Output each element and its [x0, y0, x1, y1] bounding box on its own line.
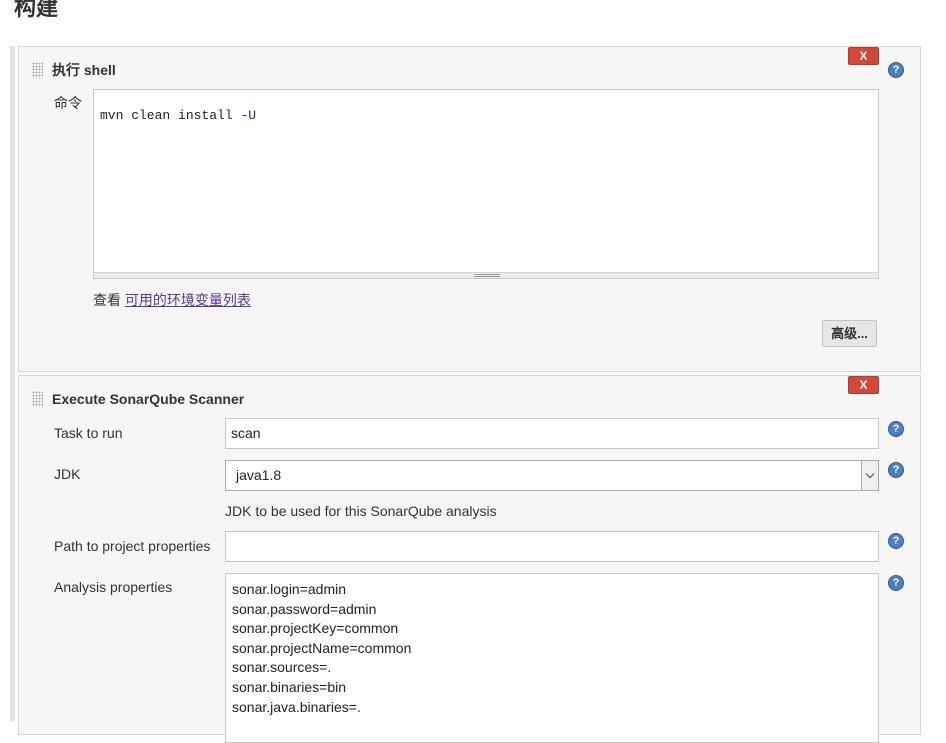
delete-step-button[interactable]: X — [848, 376, 879, 394]
jdk-selected-value: java1.8 — [236, 467, 282, 483]
analysis-property-line: sonar.projectKey=common — [232, 620, 399, 637]
env-vars-prefix: 查看 — [93, 292, 125, 308]
analysis-property-line: sonar.password=admin — [232, 600, 377, 617]
help-icon[interactable]: ? — [888, 575, 904, 591]
resize-grip-icon — [474, 274, 500, 277]
analysis-properties-label: Analysis properties — [54, 579, 173, 595]
drag-handle-icon[interactable] — [32, 62, 43, 78]
sonarqube-scanner-step: Execute SonarQube Scanner X Task to run … — [18, 375, 921, 743]
analysis-properties-textarea[interactable]: sonar.login=admin sonar.password=admin s… — [225, 573, 879, 743]
analysis-property-line: sonar.sources=. — [232, 659, 332, 676]
command-textarea[interactable]: mvn clean install -U — [93, 89, 879, 279]
chevron-down-icon[interactable] — [861, 461, 878, 490]
advanced-button[interactable]: 高级... — [822, 320, 877, 347]
delete-step-button[interactable]: X — [848, 47, 879, 65]
section-indent-bar — [10, 46, 15, 721]
drag-handle-icon[interactable] — [32, 391, 43, 407]
jdk-select[interactable]: java1.8 — [225, 460, 879, 491]
analysis-property-line: sonar.projectName=common — [232, 639, 412, 656]
jdk-label: JDK — [54, 466, 81, 482]
textarea-resize-handle[interactable] — [94, 272, 878, 278]
help-icon[interactable]: ? — [888, 462, 904, 478]
project-properties-path-label: Path to project properties — [54, 538, 211, 554]
help-icon[interactable]: ? — [888, 62, 904, 78]
help-icon[interactable]: ? — [888, 421, 904, 437]
task-to-run-label: Task to run — [54, 425, 123, 441]
analysis-property-line: sonar.binaries=bin — [232, 678, 347, 695]
command-text: mvn clean install -U — [100, 108, 257, 123]
jdk-hint: JDK to be used for this SonarQube analys… — [225, 503, 497, 519]
env-vars-link[interactable]: 可用的环境变量列表 — [125, 292, 251, 308]
analysis-property-line: sonar.java.binaries=. — [232, 698, 361, 715]
task-to-run-input[interactable]: scan — [225, 418, 879, 449]
step-title: 执行 shell — [52, 62, 116, 78]
env-vars-line: 查看 可用的环境变量列表 — [93, 292, 251, 308]
section-title: 构建 — [14, 0, 59, 20]
step-title: Execute SonarQube Scanner — [52, 391, 245, 407]
command-label: 命令 — [54, 95, 82, 111]
execute-shell-step: 执行 shell X 命令 mvn clean install -U 查看 可用… — [18, 46, 921, 372]
help-icon[interactable]: ? — [888, 533, 904, 549]
project-properties-path-input[interactable] — [225, 531, 879, 562]
analysis-property-line: sonar.login=admin — [232, 581, 347, 597]
